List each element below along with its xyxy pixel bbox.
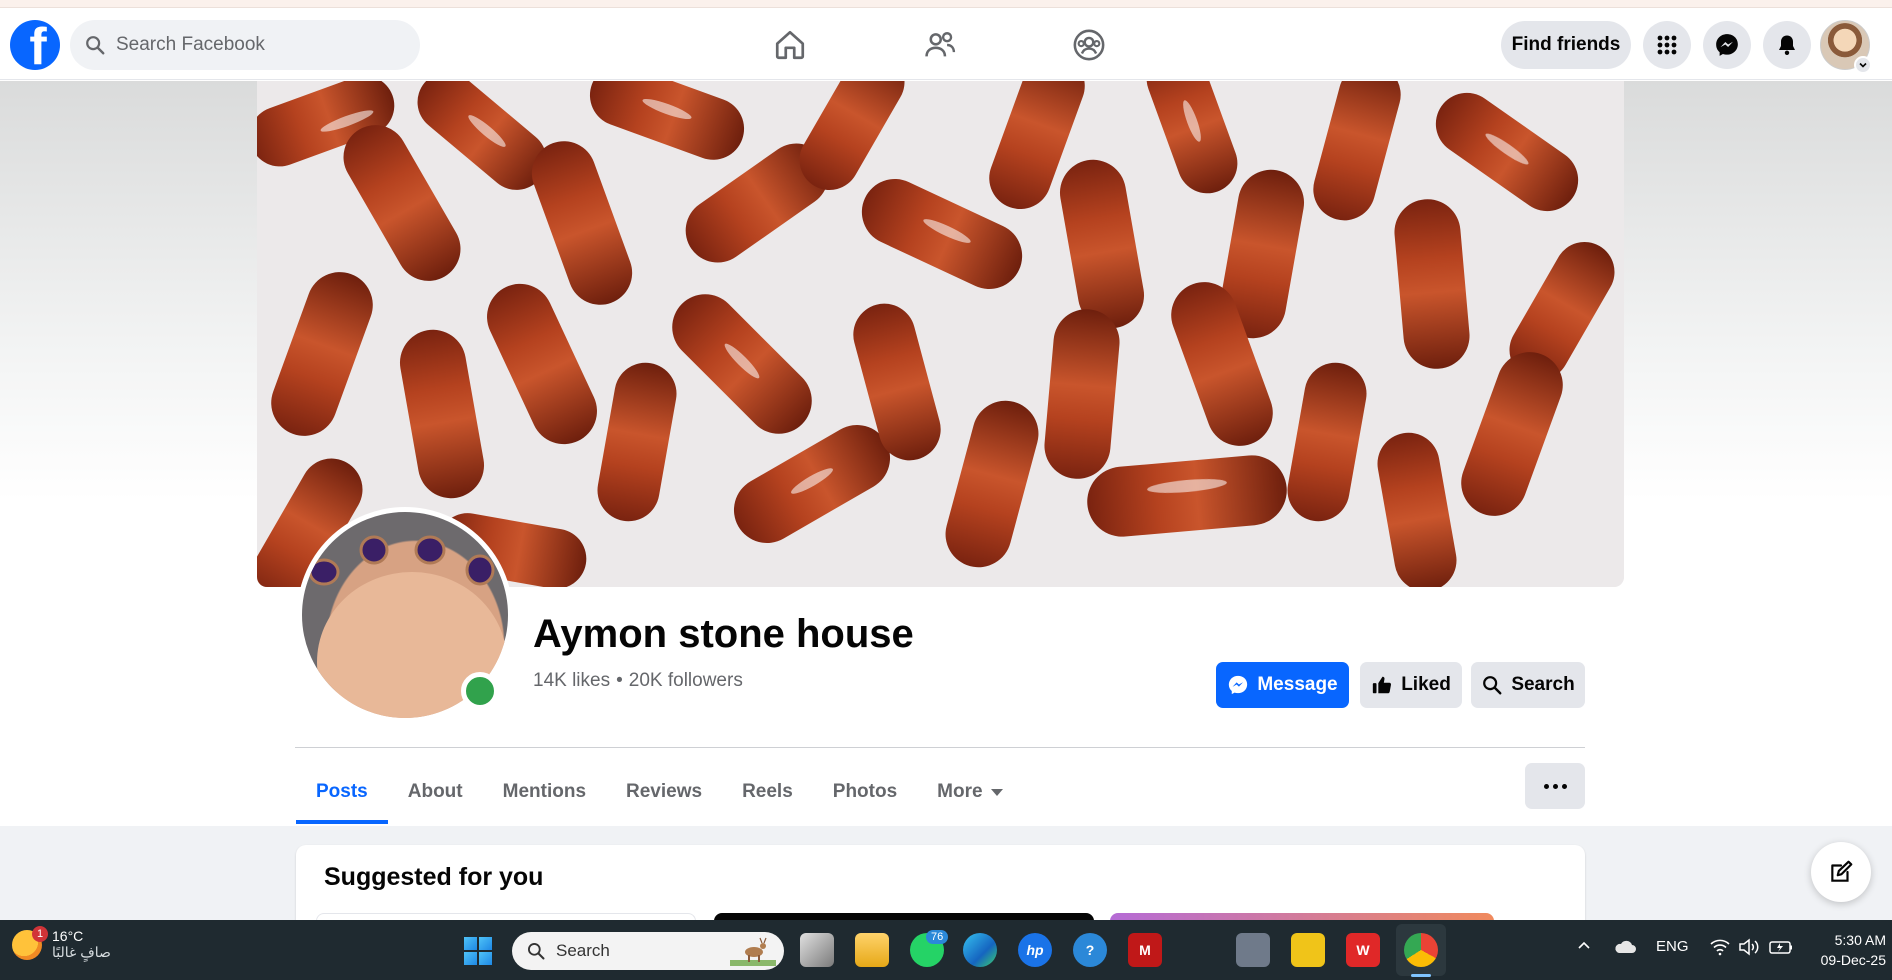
page-options-button[interactable] (1525, 763, 1585, 809)
start-button[interactable] (464, 937, 492, 965)
help-icon[interactable]: ? (1073, 933, 1107, 967)
tab-posts[interactable]: Posts (296, 760, 388, 824)
search-icon (86, 36, 105, 55)
online-status-dot (461, 672, 499, 710)
clock-time: 5:30 AM (1834, 932, 1886, 948)
taskbar-search-placeholder: Search (556, 941, 610, 960)
hp-icon[interactable]: hp (1018, 933, 1052, 967)
battery-charging-icon (1769, 941, 1792, 954)
compose-icon (1831, 860, 1853, 882)
chrome-icon[interactable] (1404, 933, 1438, 967)
speaker-icon (1739, 938, 1759, 956)
cover-photo[interactable] (257, 81, 1624, 587)
taskbar-search[interactable]: Search (512, 932, 784, 970)
facebook-header: f Find friends (0, 8, 1892, 80)
bell-icon (1779, 35, 1795, 55)
page-search-button[interactable]: Search (1471, 662, 1585, 708)
windows-taskbar: 1 16°C صافٍ غالبًا Search 76 hp ? M W EN… (0, 920, 1892, 980)
weather-sun-icon: 1 (12, 925, 48, 960)
page-title: Aymon stone house (533, 612, 914, 656)
tab-more-label: More (937, 781, 983, 802)
weather-temperature: 16°C (52, 928, 84, 944)
notifications-button[interactable] (1763, 21, 1811, 69)
grid-menu-icon (1657, 35, 1677, 55)
windows-logo-icon (464, 952, 477, 965)
liked-button-label: Liked (1401, 674, 1451, 695)
calculator-icon[interactable] (1236, 933, 1270, 967)
language-indicator[interactable]: ENG (1656, 938, 1689, 955)
onedrive-icon[interactable] (1613, 938, 1637, 960)
wifi-signal-icon (1710, 939, 1730, 956)
windows-logo-icon (479, 952, 492, 965)
tab-more[interactable]: More (917, 760, 1022, 824)
tab-about[interactable]: About (388, 760, 483, 824)
tab-reviews[interactable]: Reviews (606, 760, 722, 824)
chrome-active-indicator (1411, 974, 1431, 977)
whatsapp-badge: 76 (926, 930, 949, 944)
messenger-button[interactable] (1703, 21, 1751, 69)
battery-icon[interactable] (1768, 938, 1794, 960)
search-bar[interactable] (70, 20, 420, 70)
stats-separator: • (616, 670, 623, 691)
wps-office-icon[interactable]: W (1346, 933, 1380, 967)
browser-top-strip (0, 0, 1892, 8)
windows-logo-icon (464, 937, 477, 950)
followers-count[interactable]: 20K followers (629, 670, 743, 692)
home-icon (775, 30, 805, 60)
account-menu-chevron[interactable] (1854, 56, 1872, 74)
tab-photos[interactable]: Photos (813, 760, 917, 824)
chevron-up-icon (1578, 941, 1590, 949)
nav-home[interactable] (750, 22, 830, 68)
volume-icon[interactable] (1738, 938, 1760, 960)
tab-reels[interactable]: Reels (722, 760, 813, 824)
task-view-icon[interactable] (800, 933, 834, 967)
search-input[interactable] (116, 34, 396, 56)
menu-button[interactable] (1643, 21, 1691, 69)
groups-icon (1073, 29, 1105, 61)
thumbs-up-icon (1373, 676, 1392, 694)
tab-mentions[interactable]: Mentions (483, 760, 606, 824)
nav-groups[interactable] (1049, 22, 1129, 68)
friends-icon (925, 32, 956, 57)
more-dots-icon (1543, 783, 1549, 789)
wifi-icon[interactable] (1710, 938, 1730, 960)
liked-button[interactable]: Liked (1360, 662, 1462, 708)
facebook-logo[interactable]: f (10, 20, 60, 70)
media-player-icon[interactable] (1291, 933, 1325, 967)
search-icon (1483, 676, 1502, 695)
more-dots-icon (1561, 783, 1567, 789)
weather-badge: 1 (32, 925, 48, 942)
cover-photo-image (257, 81, 1624, 587)
more-dots-icon (1552, 783, 1558, 789)
facebook-logo-letter: f (29, 20, 47, 70)
weather-widget[interactable]: 1 16°C صافٍ غالبًا (12, 925, 111, 961)
likes-count[interactable]: 14K likes (533, 670, 610, 692)
clock-date: 09-Dec-25 (1820, 952, 1886, 968)
messenger-icon (1716, 34, 1738, 56)
file-explorer-icon[interactable] (855, 933, 889, 967)
weather-description: صافٍ غالبًا (52, 944, 111, 960)
messenger-icon (1229, 675, 1248, 695)
new-message-button[interactable] (1811, 842, 1871, 902)
windows-logo-icon (479, 937, 492, 950)
deer-illustration-icon (730, 937, 776, 966)
caret-down-icon (990, 788, 1003, 796)
page-search-button-label: Search (1511, 674, 1575, 695)
page-tabs: Posts About Mentions Reviews Reels Photo… (296, 760, 1023, 824)
search-icon (528, 943, 545, 960)
edge-browser-icon[interactable] (963, 933, 997, 967)
profile-divider (295, 747, 1585, 748)
cloud-icon (1615, 940, 1636, 953)
chevron-down-icon (1859, 62, 1867, 68)
page-stats: 14K likes • 20K followers (533, 670, 743, 692)
message-button[interactable]: Message (1216, 662, 1349, 708)
mcafee-icon[interactable]: M (1128, 933, 1162, 967)
message-button-label: Message (1257, 674, 1338, 695)
find-friends-button[interactable]: Find friends (1501, 21, 1631, 69)
tray-overflow-chevron-icon[interactable] (1576, 938, 1592, 958)
system-clock[interactable]: 5:30 AM 09-Dec-25 (1810, 930, 1886, 970)
nav-friends[interactable] (900, 22, 980, 68)
suggested-title: Suggested for you (324, 863, 544, 891)
